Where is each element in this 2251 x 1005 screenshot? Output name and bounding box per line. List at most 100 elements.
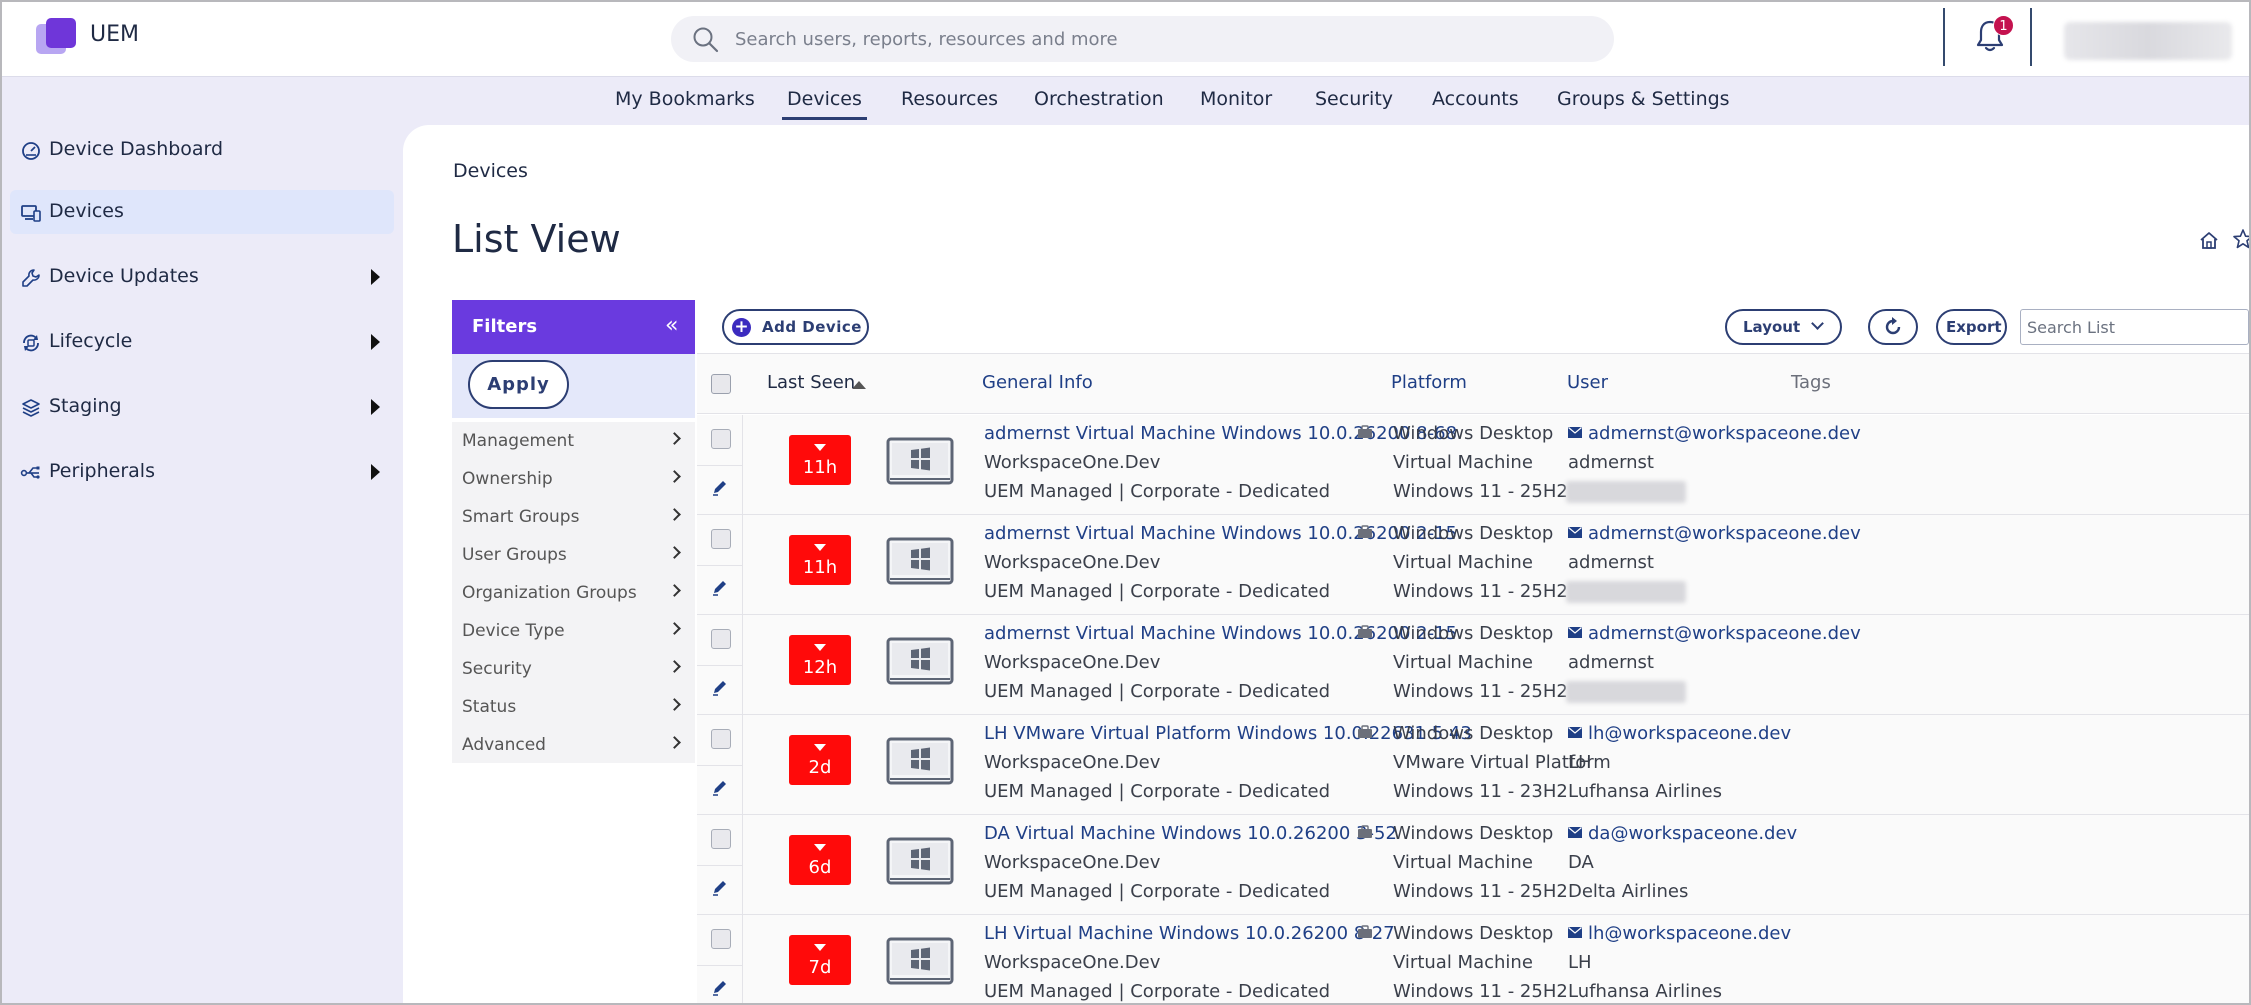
filter-status[interactable]: Status (452, 688, 695, 726)
bookmark-star-icon[interactable] (2232, 228, 2251, 250)
filter-advanced[interactable]: Advanced (452, 726, 695, 764)
column-header-platform[interactable]: Platform (1391, 372, 1467, 393)
nav-accounts[interactable]: Accounts (1432, 88, 1519, 110)
sidebar-item-staging[interactable]: Staging (10, 385, 394, 429)
table-row[interactable]: 7d LH Virtual Machine Windows 10.0.26200… (697, 915, 2251, 1005)
row-checkbox[interactable] (711, 429, 731, 449)
last-seen-value: 11h (802, 557, 838, 578)
sidebar-item-devices[interactable]: Devices (10, 190, 394, 234)
sidebar-item-device-updates[interactable]: Device Updates (10, 255, 394, 299)
column-header-last-seen[interactable]: Last Seen (767, 372, 855, 393)
edit-pencil-icon[interactable] (710, 677, 730, 697)
sidebar-item-peripherals[interactable]: Peripherals (10, 450, 394, 494)
refresh-button[interactable] (1868, 309, 1918, 345)
row-checkbox[interactable] (711, 629, 731, 649)
select-all-checkbox[interactable] (711, 374, 731, 394)
column-header-user[interactable]: User (1567, 372, 1608, 393)
add-device-button[interactable]: + Add Device (722, 309, 869, 345)
nav-devices[interactable]: Devices (782, 88, 867, 120)
user-account-menu[interactable] (2064, 22, 2232, 60)
grid-header: Last Seen General Info Platform User Tag… (697, 353, 2251, 414)
layout-dropdown-button[interactable]: Layout (1725, 309, 1842, 345)
user-email-link[interactable]: lh@workspaceone.dev (1568, 723, 1791, 744)
table-row[interactable]: 6d DA Virtual Machine Windows 10.0.26200… (697, 815, 2251, 915)
table-row[interactable]: 11h admernst Virtual Machine Windows 10.… (697, 415, 2251, 515)
apply-filters-button[interactable]: Apply (468, 360, 569, 409)
device-name-link[interactable]: LH Virtual Machine Windows 10.0.26200 8-… (984, 923, 1395, 944)
platform-type: Windows Desktop (1393, 923, 1554, 944)
collapse-filters-icon[interactable]: « (665, 315, 683, 337)
edit-pencil-icon[interactable] (710, 877, 730, 897)
nav-orchestration[interactable]: Orchestration (1034, 88, 1164, 110)
nav-monitor[interactable]: Monitor (1200, 88, 1272, 110)
device-name-link[interactable]: admernst Virtual Machine Windows 10.0.26… (984, 623, 1457, 644)
device-management: UEM Managed | Corporate - Dedicated (984, 881, 1330, 902)
platform-type: Windows Desktop (1393, 423, 1554, 444)
device-name-link[interactable]: admernst Virtual Machine Windows 10.0.26… (984, 523, 1457, 544)
plus-circle-icon: + (732, 318, 751, 337)
redacted-user-field (1566, 481, 1686, 503)
filters-title: Filters (472, 316, 538, 337)
filter-security[interactable]: Security (452, 650, 695, 688)
global-search[interactable] (671, 16, 1614, 62)
device-grid: Last Seen General Info Platform User Tag… (697, 353, 2251, 1005)
user-email-link[interactable]: admernst@workspaceone.dev (1568, 523, 1861, 544)
nav-resources[interactable]: Resources (901, 88, 998, 110)
uem-logo-icon[interactable] (36, 18, 78, 56)
sidebar-item-device-dashboard[interactable]: Device Dashboard (10, 128, 394, 172)
row-controls (697, 615, 743, 715)
row-checkbox[interactable] (711, 829, 731, 849)
filter-smart-groups[interactable]: Smart Groups (452, 498, 695, 536)
device-org: WorkspaceOne.Dev (984, 952, 1161, 973)
edit-pencil-icon[interactable] (710, 577, 730, 597)
sidebar-item-lifecycle[interactable]: Lifecycle (10, 320, 394, 364)
windows-desktop-device-icon (886, 537, 954, 585)
expand-arrow-icon[interactable] (371, 334, 380, 350)
global-search-input[interactable] (735, 23, 1595, 55)
briefcase-icon (1358, 625, 1372, 638)
device-management: UEM Managed | Corporate - Dedicated (984, 481, 1330, 502)
user-email-link[interactable]: lh@workspaceone.dev (1568, 923, 1791, 944)
user-email-text: lh@workspaceone.dev (1588, 923, 1792, 944)
user-email-link[interactable]: da@workspaceone.dev (1568, 823, 1797, 844)
edit-pencil-icon[interactable] (710, 777, 730, 797)
row-checkbox[interactable] (711, 929, 731, 949)
filter-organization-groups[interactable]: Organization Groups (452, 574, 695, 612)
expand-arrow-icon[interactable] (371, 464, 380, 480)
nav-my-bookmarks[interactable]: My Bookmarks (615, 88, 755, 110)
device-name-link[interactable]: admernst Virtual Machine Windows 10.0.26… (984, 423, 1457, 444)
column-header-general-info[interactable]: General Info (982, 372, 1093, 393)
table-row[interactable]: 2d LH VMware Virtual Platform Windows 10… (697, 715, 2251, 815)
device-management: UEM Managed | Corporate - Dedicated (984, 781, 1330, 802)
filter-management[interactable]: Management (452, 422, 695, 460)
redacted-user-field (1566, 681, 1686, 703)
filter-user-groups[interactable]: User Groups (452, 536, 695, 574)
nav-security[interactable]: Security (1315, 88, 1393, 110)
filter-device-type[interactable]: Device Type (452, 612, 695, 650)
nav-groups-settings[interactable]: Groups & Settings (1557, 88, 1730, 110)
sort-ascending-icon[interactable] (852, 381, 866, 389)
filter-ownership[interactable]: Ownership (452, 460, 695, 498)
device-name-link[interactable]: DA Virtual Machine Windows 10.0.26200 3-… (984, 823, 1397, 844)
last-seen-value: 12h (802, 657, 838, 678)
edit-pencil-icon[interactable] (710, 477, 730, 497)
user-email-link[interactable]: admernst@workspaceone.dev (1568, 623, 1861, 644)
export-button[interactable]: Export (1936, 309, 2007, 345)
user-email-link[interactable]: admernst@workspaceone.dev (1568, 423, 1861, 444)
row-checkbox[interactable] (711, 529, 731, 549)
table-row[interactable]: 12h admernst Virtual Machine Windows 10.… (697, 615, 2251, 715)
filter-label: Smart Groups (462, 507, 580, 527)
expand-arrow-icon[interactable] (371, 269, 380, 285)
column-header-tags: Tags (1791, 372, 1831, 393)
home-icon[interactable] (2198, 229, 2220, 251)
mail-icon (1568, 427, 1582, 438)
search-list-input[interactable] (2020, 309, 2249, 345)
table-row[interactable]: 11h admernst Virtual Machine Windows 10.… (697, 515, 2251, 615)
breadcrumb[interactable]: Devices (453, 160, 528, 182)
mail-icon (1568, 927, 1582, 938)
platform-os: Windows 11 - 25H2 (1393, 581, 1568, 602)
row-checkbox[interactable] (711, 729, 731, 749)
expand-arrow-icon[interactable] (371, 399, 380, 415)
filter-label: Device Type (462, 621, 565, 641)
edit-pencil-icon[interactable] (710, 977, 730, 997)
